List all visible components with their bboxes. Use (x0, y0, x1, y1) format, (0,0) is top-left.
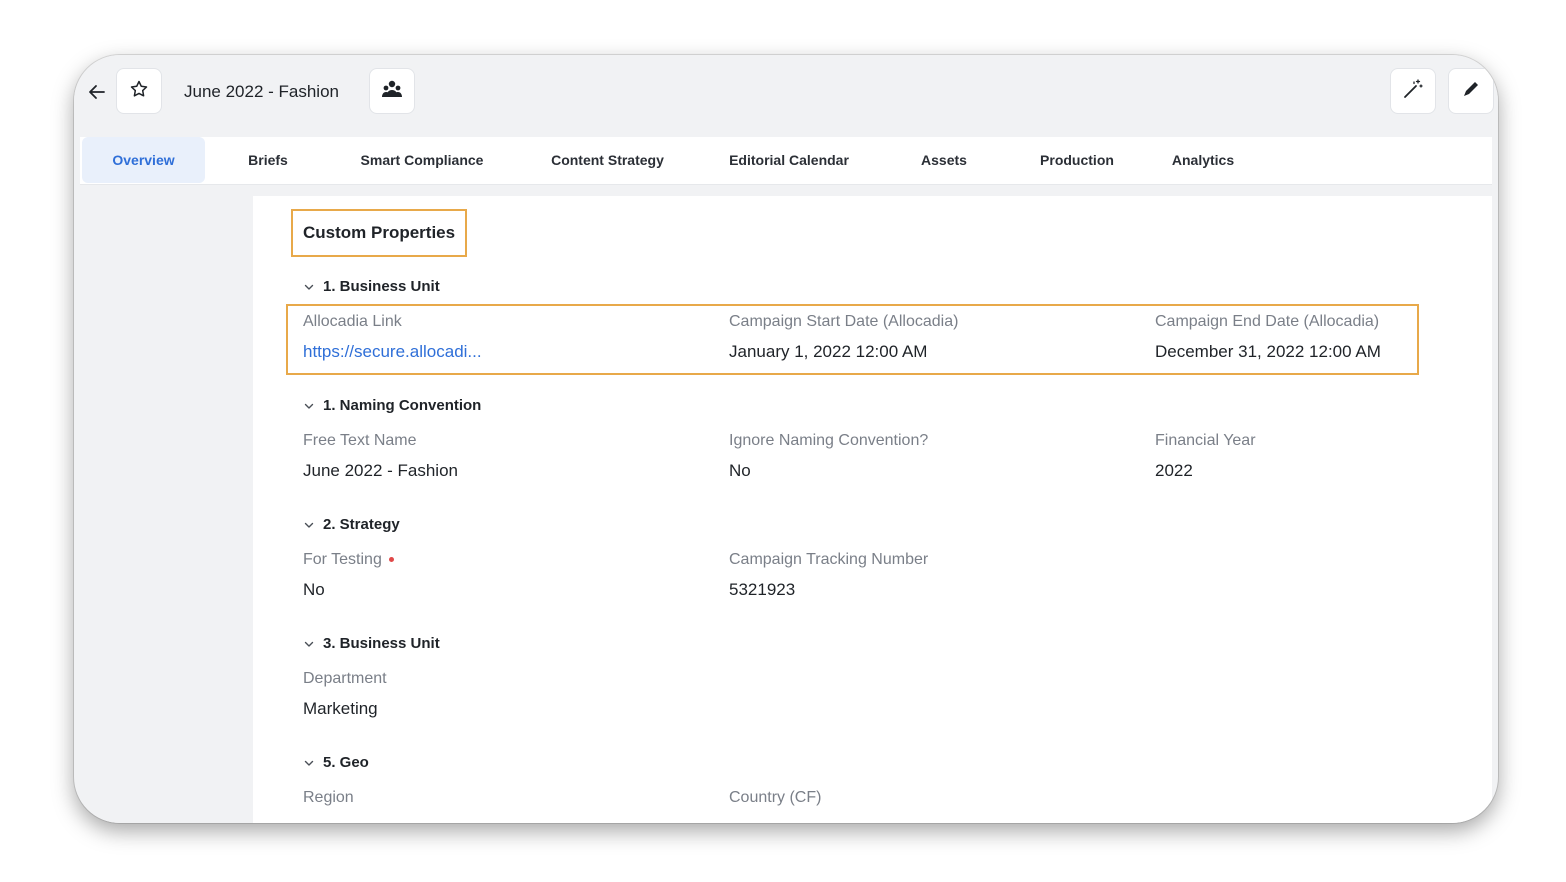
section-strategy-toggle[interactable]: 2. Strategy (303, 516, 400, 533)
field-label: Free Text Name (303, 432, 417, 449)
section-heading: 2. Strategy (323, 516, 400, 533)
magic-button[interactable] (1390, 68, 1436, 114)
team-button[interactable] (369, 68, 415, 114)
section-heading: 1. Naming Convention (323, 397, 482, 414)
magic-wand-icon (1402, 78, 1424, 105)
section-naming-convention-toggle[interactable]: 1. Naming Convention (303, 397, 481, 414)
section-business-unit-3-toggle[interactable]: 3. Business Unit (303, 635, 440, 652)
field-value: Marketing (303, 699, 378, 718)
field-value: No (729, 461, 751, 480)
section-geo-toggle[interactable]: 5. Geo (303, 754, 369, 771)
field-label: For Testing (303, 551, 382, 568)
field-label: Campaign Start Date (Allocadia) (729, 313, 959, 330)
section-business-unit-toggle[interactable]: 1. Business Unit (303, 278, 440, 295)
field-value: December 31, 2022 12:00 AM (1155, 342, 1381, 361)
field-value: No (303, 580, 325, 599)
tab-bar: Overview Briefs Smart Compliance Content… (80, 137, 1492, 185)
field-label: Campaign End Date (Allocadia) (1155, 313, 1380, 330)
star-icon (129, 79, 149, 104)
tab-analytics[interactable]: Analytics (1158, 137, 1248, 183)
chevron-down-icon (303, 757, 315, 769)
tab-content-strategy[interactable]: Content Strategy (535, 137, 680, 183)
tab-briefs[interactable]: Briefs (233, 137, 303, 183)
edit-button[interactable] (1448, 68, 1494, 114)
field-label: Allocadia Link (303, 313, 402, 330)
field-value: June 2022 - Fashion (303, 461, 458, 480)
favorite-button[interactable] (116, 68, 162, 114)
chevron-down-icon (303, 638, 315, 650)
field-value: 2022 (1155, 461, 1193, 480)
chevron-down-icon (303, 519, 315, 531)
tab-editorial-calendar[interactable]: Editorial Calendar (714, 137, 864, 183)
section-title: Custom Properties (303, 223, 456, 242)
tab-overview[interactable]: Overview (82, 137, 205, 183)
field-label: Country (CF) (729, 789, 822, 806)
chevron-down-icon (303, 281, 315, 293)
field-label-for-testing: For Testing (303, 551, 394, 569)
section-heading: 5. Geo (323, 754, 369, 771)
left-panel (80, 186, 253, 823)
allocadia-link[interactable]: https://secure.allocadi... (303, 342, 482, 362)
section-heading: 1. Business Unit (323, 278, 440, 295)
tab-production[interactable]: Production (1024, 137, 1130, 183)
field-label: Campaign Tracking Number (729, 551, 929, 568)
field-label: Financial Year (1155, 432, 1256, 449)
field-value: 5321923 (729, 580, 796, 599)
field-label: Department (303, 670, 387, 687)
pencil-icon (1460, 78, 1482, 105)
custom-properties-panel: Custom Properties 1. Business Unit Alloc… (253, 196, 1492, 823)
arrow-left-icon[interactable] (84, 79, 110, 105)
field-label: Region (303, 789, 354, 806)
app-window: June 2022 - Fashion Overview Briefs Smar… (74, 55, 1498, 823)
custom-properties-highlight: Custom Properties (291, 209, 467, 257)
field-label: Ignore Naming Convention? (729, 432, 929, 449)
team-icon (381, 79, 403, 104)
tab-smart-compliance[interactable]: Smart Compliance (342, 137, 502, 183)
required-indicator (388, 557, 394, 563)
chevron-down-icon (303, 400, 315, 412)
page-title: June 2022 - Fashion (184, 82, 339, 101)
header-bar: June 2022 - Fashion (74, 55, 1498, 137)
section-heading: 3. Business Unit (323, 635, 440, 652)
tab-assets[interactable]: Assets (906, 137, 982, 183)
field-value: January 1, 2022 12:00 AM (729, 342, 928, 361)
